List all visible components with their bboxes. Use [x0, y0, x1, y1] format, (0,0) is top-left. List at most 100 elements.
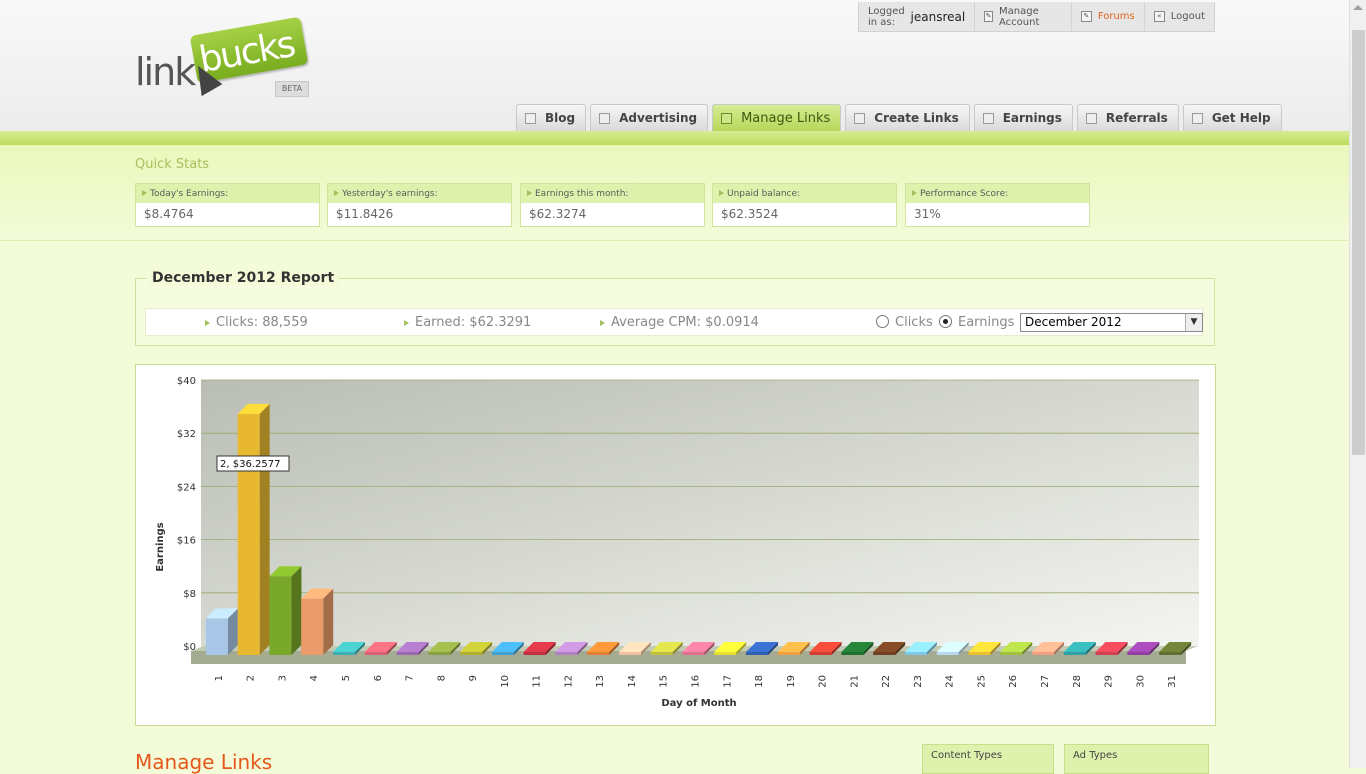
- chart-canvas: $0$8$16$24$32$40 1 2 3 4 5 6 7 8 9 10 11 12 13 14 15 16…: [155, 376, 1199, 709]
- report-summary-bar: Clicks: 88,559 Earned: $62.3291 Average …: [145, 308, 1203, 336]
- clicks-radio[interactable]: [876, 315, 889, 328]
- x-tick-label: 19: [786, 675, 797, 688]
- logout-icon: «: [1153, 11, 1165, 22]
- bar-front: [968, 652, 991, 655]
- bar-front: [237, 413, 260, 655]
- vertical-scrollbar[interactable]: [1349, 0, 1366, 768]
- bar-front: [555, 652, 578, 655]
- x-tick-label: 29: [1104, 675, 1115, 688]
- y-axis-label: Earnings: [155, 522, 166, 571]
- stat-value: $62.3524: [721, 207, 779, 221]
- bar-front: [460, 652, 483, 655]
- bar-front: [364, 652, 387, 655]
- x-tick-label: 8: [436, 675, 447, 681]
- tab-blog[interactable]: Blog: [516, 104, 587, 131]
- logout-label: Logout: [1170, 11, 1205, 22]
- plot-area: [201, 380, 1199, 646]
- scrollbar-thumb[interactable]: [1352, 30, 1365, 455]
- x-tick-label: 26: [1008, 675, 1019, 688]
- report-title: December 2012 Report: [147, 270, 340, 286]
- logout-link[interactable]: « Logout: [1145, 2, 1214, 31]
- bar-front: [332, 652, 355, 655]
- bar-side: [259, 403, 270, 655]
- logo-text-link: link: [135, 50, 196, 94]
- stat-label: Today's Earnings:: [136, 184, 319, 203]
- month-select[interactable]: December 2012 ▼: [1020, 313, 1203, 332]
- tab-get-help[interactable]: Get Help: [1182, 104, 1282, 131]
- x-tick-label: 4: [309, 675, 320, 681]
- referrals-icon: [1085, 112, 1097, 124]
- stat-value: $62.3274: [529, 207, 587, 221]
- forums-link[interactable]: ✎ Forums: [1072, 2, 1145, 31]
- x-tick-label: 10: [500, 675, 511, 688]
- x-tick-label: 1: [214, 675, 225, 681]
- logged-in-status: Logged in as: jeansreal: [859, 2, 976, 31]
- earnings-radio-label[interactable]: Earnings: [958, 315, 1014, 330]
- tab-earnings[interactable]: Earnings: [973, 104, 1073, 131]
- bar-front: [1159, 652, 1182, 655]
- x-axis-ticks: 1 2 3 4 5 6 7 8 9 10 11 12 13 14 15 16 17 18 19 20 21 22 23 24 2…: [214, 675, 1178, 688]
- bar-front: [396, 652, 419, 655]
- y-tick-label: $40: [177, 376, 196, 387]
- stat-performance-score: Performance Score: 31%: [905, 183, 1090, 227]
- bar-front: [1127, 652, 1150, 655]
- bar-front: [587, 652, 610, 655]
- x-tick-label: 3: [277, 675, 288, 681]
- tooltip-text: 2, $36.2577: [220, 459, 280, 470]
- linkbucks-logo[interactable]: link bucks BETA: [133, 16, 323, 102]
- bar-front: [904, 652, 927, 655]
- stat-value: $11.8426: [336, 207, 394, 221]
- bar-day-1[interactable]: [205, 608, 238, 655]
- content-types-label: Content Types: [931, 750, 1003, 761]
- stat-todays-earnings: Today's Earnings: $8.4764: [135, 183, 320, 227]
- bar-front: [269, 576, 292, 655]
- tab-manage-links[interactable]: Manage Links: [712, 104, 842, 131]
- earnings-icon: [982, 112, 994, 124]
- tab-advertising[interactable]: Advertising: [590, 104, 709, 131]
- x-tick-label: 30: [1135, 675, 1146, 688]
- bar-front: [936, 652, 959, 655]
- tab-create-links[interactable]: Create Links: [845, 104, 970, 131]
- bar-day-4[interactable]: [301, 588, 334, 655]
- bar-front: [618, 652, 641, 655]
- x-tick-label: 2: [246, 675, 257, 681]
- create-link-icon: [854, 112, 866, 124]
- quick-stats-title: Quick Stats: [135, 157, 210, 172]
- y-tick-label: $24: [177, 482, 196, 493]
- edit-icon: ✎: [984, 11, 993, 22]
- bar-front: [205, 618, 228, 655]
- stat-value: 31%: [914, 207, 941, 221]
- stat-yesterdays-earnings: Yesterday's earnings: $11.8426: [327, 183, 512, 227]
- bar-front: [1063, 652, 1086, 655]
- x-tick-label: 14: [627, 675, 638, 688]
- bar-side: [291, 566, 302, 655]
- report-average-cpm: Average CPM: $0.0914: [600, 315, 759, 330]
- ad-types-filter[interactable]: Ad Types: [1064, 744, 1209, 774]
- earnings-chart: $0 $8 $16 $24 $32 $40 1 2 3 4 5 6 7 8 9 10 11 12 13 14 15 16…: [135, 364, 1216, 726]
- tab-label: Referrals: [1105, 111, 1168, 125]
- stat-label: Earnings this month:: [521, 184, 704, 203]
- blog-icon: [525, 112, 536, 124]
- stat-label: Yesterday's earnings:: [328, 184, 511, 203]
- bar-day-3[interactable]: [269, 566, 302, 655]
- x-tick-label: 6: [373, 675, 384, 681]
- report-earned: Earned: $62.3291: [404, 315, 531, 330]
- scroll-up-icon[interactable]: [1353, 5, 1363, 10]
- x-tick-label: 16: [691, 675, 702, 688]
- earnings-radio[interactable]: [939, 315, 952, 328]
- x-tick-label: 22: [881, 675, 892, 688]
- bar-front: [777, 652, 800, 655]
- bar-front: [301, 598, 324, 655]
- clicks-radio-label[interactable]: Clicks: [895, 315, 933, 330]
- bar-front: [1000, 652, 1023, 655]
- month-select-value: December 2012: [1025, 315, 1122, 329]
- tab-referrals[interactable]: Referrals: [1076, 104, 1179, 131]
- bar-day-2[interactable]: [237, 403, 270, 655]
- chevron-down-icon[interactable]: ▼: [1185, 314, 1202, 331]
- forum-icon: ✎: [1080, 11, 1092, 22]
- stat-earnings-this-month: Earnings this month: $62.3274: [520, 183, 705, 227]
- bar-front: [873, 652, 896, 655]
- manage-account-link[interactable]: ✎ Manage Account: [975, 2, 1072, 31]
- content-types-filter[interactable]: Content Types: [922, 744, 1054, 774]
- x-tick-label: 21: [849, 675, 860, 688]
